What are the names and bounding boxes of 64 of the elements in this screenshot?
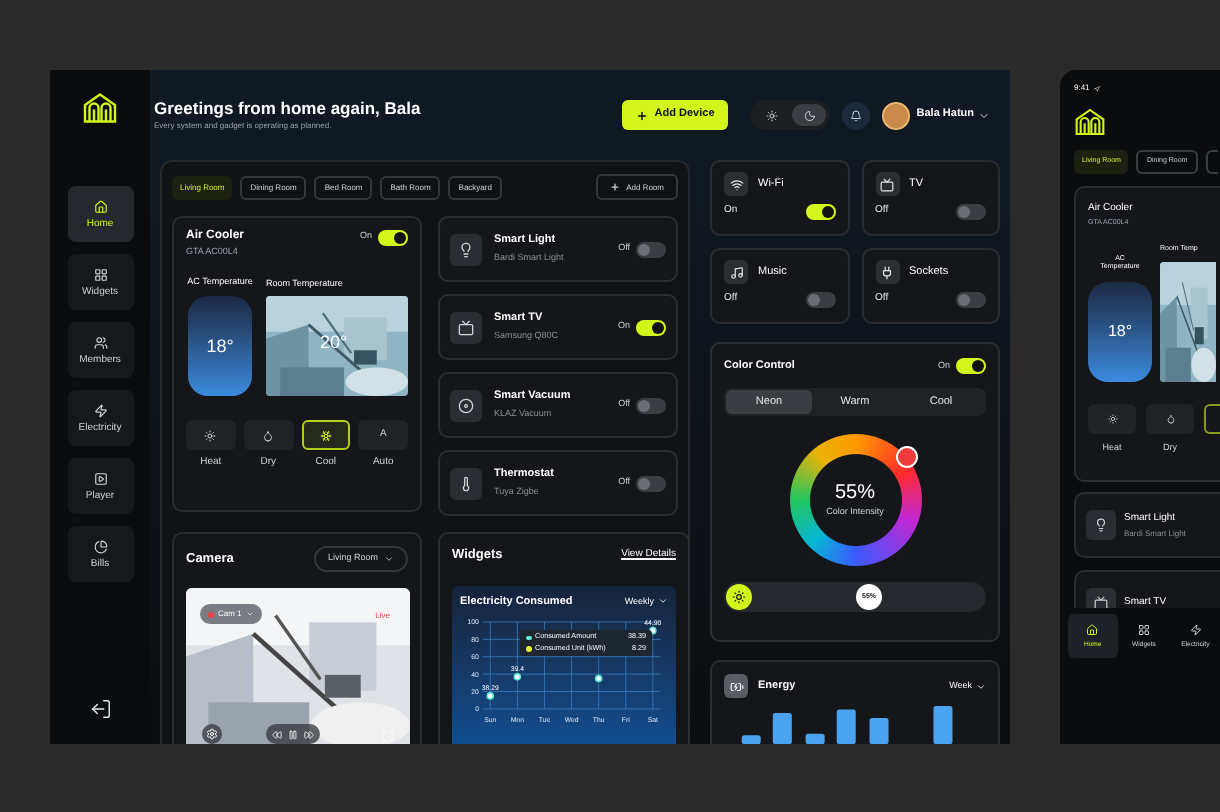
disc-icon xyxy=(458,397,474,413)
notification-button[interactable] xyxy=(842,101,871,129)
chevron-icon xyxy=(384,554,394,564)
settings-icon xyxy=(206,728,218,740)
grid-icon xyxy=(93,267,107,281)
theme-option[interactable] xyxy=(792,104,827,126)
chevron-icon xyxy=(976,681,986,691)
sun-icon xyxy=(204,429,217,442)
sun-icon xyxy=(765,109,778,121)
drop-icon xyxy=(1165,414,1175,424)
toggle-switch[interactable] xyxy=(378,230,408,246)
thermometer-icon xyxy=(458,475,474,491)
chevron-icon xyxy=(658,596,668,607)
plus-icon xyxy=(636,109,649,121)
home-icon xyxy=(1086,623,1099,636)
users-icon xyxy=(93,335,107,349)
forward-icon[interactable] xyxy=(304,729,314,739)
location-icon xyxy=(1093,85,1100,91)
snowflake-icon xyxy=(319,429,332,442)
mode-button[interactable] xyxy=(301,420,351,451)
avatar[interactable] xyxy=(882,101,911,129)
lightning-icon xyxy=(1189,623,1202,636)
logout-icon[interactable] xyxy=(89,698,111,720)
toggle-switch[interactable] xyxy=(636,397,666,413)
data-point xyxy=(594,674,603,683)
ac-temperature-display: 18° xyxy=(1088,282,1152,382)
toggle-switch[interactable] xyxy=(956,204,986,220)
grid-icon xyxy=(1138,623,1150,636)
lightbulb-icon xyxy=(458,241,474,257)
pause-icon[interactable] xyxy=(288,729,298,739)
moon-icon xyxy=(803,109,816,121)
drop-icon xyxy=(262,429,275,442)
toggle-switch[interactable] xyxy=(805,292,835,308)
bell-icon xyxy=(850,109,863,121)
tv-icon xyxy=(880,177,894,191)
lightbulb-icon xyxy=(1094,518,1108,532)
player-icon xyxy=(93,471,107,485)
toggle-switch[interactable] xyxy=(636,319,666,335)
music-icon xyxy=(729,265,743,279)
logo-icon xyxy=(82,90,118,126)
tv-icon xyxy=(458,319,474,335)
mode-button[interactable] xyxy=(1204,404,1220,434)
toggle-switch[interactable] xyxy=(805,204,835,220)
sun-icon xyxy=(1107,414,1117,424)
data-point xyxy=(513,672,522,681)
logo-icon xyxy=(1074,106,1106,138)
intensity-value: 55% xyxy=(834,484,875,504)
toggle-switch[interactable] xyxy=(636,475,666,491)
lightning-icon xyxy=(93,403,107,417)
greeting-title: Greetings from home again, Bala xyxy=(154,99,421,117)
home-icon xyxy=(93,199,107,213)
toggle-switch[interactable] xyxy=(956,292,986,308)
toggle-switch[interactable] xyxy=(956,358,986,375)
rewind-icon[interactable] xyxy=(272,729,282,739)
pie-chart-icon xyxy=(93,539,107,553)
ac-temperature-display: 18° xyxy=(188,296,252,397)
wifi-icon xyxy=(729,177,743,191)
battery-icon xyxy=(729,679,743,693)
plus-icon xyxy=(610,182,621,192)
data-point xyxy=(486,692,495,700)
plug-icon xyxy=(880,265,894,279)
chevron-icon[interactable] xyxy=(978,109,990,121)
brightness-icon xyxy=(732,590,746,605)
toggle-switch[interactable] xyxy=(636,241,666,257)
